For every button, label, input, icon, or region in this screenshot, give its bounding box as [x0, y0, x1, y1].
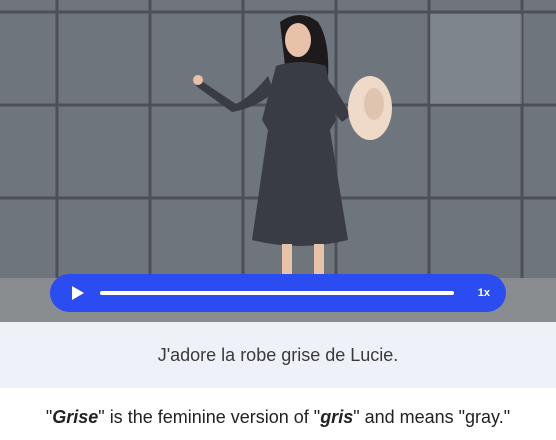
vocabulary-note: "Grise" is the feminine version of "gris… [0, 407, 556, 428]
note-term-gris: gris [320, 407, 354, 427]
audio-progress-bar[interactable] [100, 291, 454, 295]
note-end-text: " and means "gray." [353, 407, 511, 427]
audio-player: 1x [50, 274, 506, 312]
caption-text: J'adore la robe grise de Lucie. [157, 344, 399, 365]
audio-progress-fill [100, 291, 454, 295]
playback-speed-button[interactable]: 1x [468, 287, 490, 299]
note-term-grise: Grise [52, 407, 99, 427]
play-icon[interactable] [70, 285, 86, 301]
note-middle-text: " is the feminine version of " [98, 407, 321, 427]
sentence-caption: J'adore la robe grise de Lucie. [0, 322, 556, 388]
